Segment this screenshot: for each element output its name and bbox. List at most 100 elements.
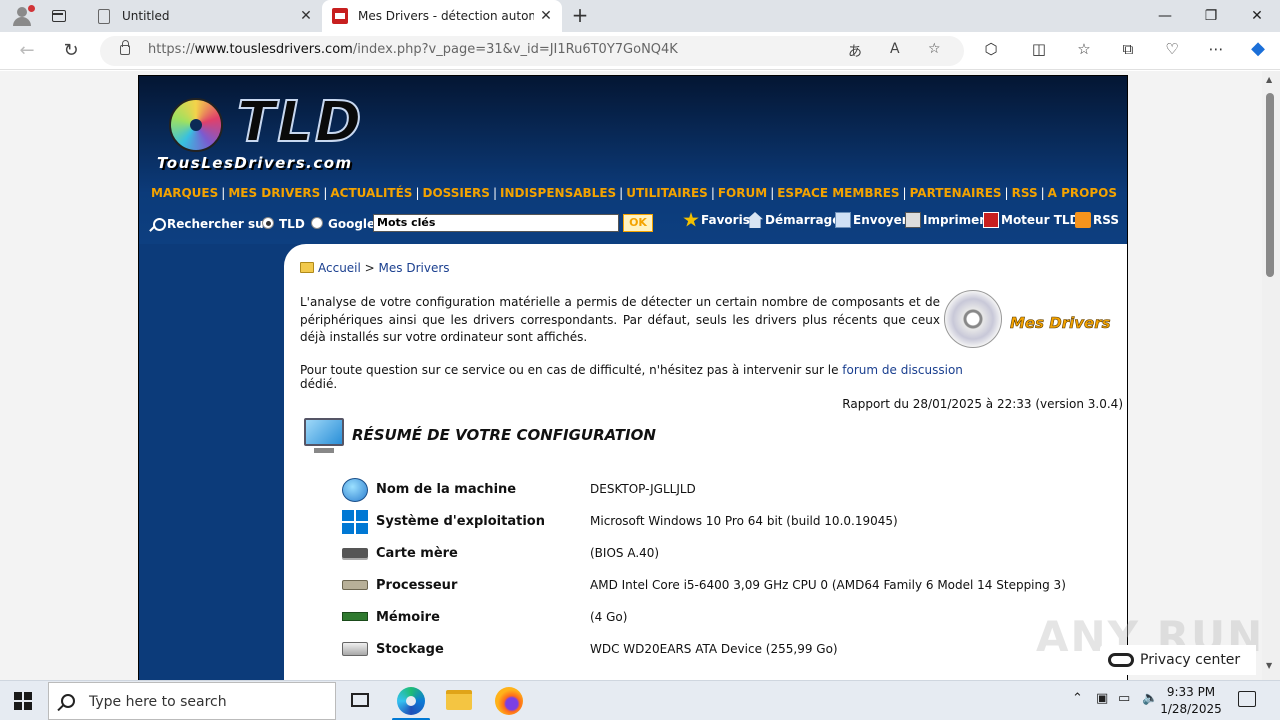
folder-icon [300,262,314,273]
privacy-center-button[interactable]: Privacy center [1100,645,1256,675]
tab-close-icon[interactable]: ✕ [294,8,318,24]
menu-a-propos[interactable]: A PROPOS [1048,186,1117,200]
ram-icon [342,612,368,621]
tool-imprimer[interactable]: Imprimer [905,212,985,228]
tab-untitled[interactable]: Untitled ✕ [84,0,322,32]
breadcrumb-current[interactable]: Mes Drivers [379,261,450,275]
immersive-reader-icon[interactable]: A [890,41,900,57]
minimize-button[interactable]: — [1142,0,1188,32]
tab-close-icon[interactable]: ✕ [534,8,558,24]
radio-tld-label[interactable]: TLD [279,217,305,231]
spec-key: Système d'exploitation [376,514,545,529]
hdd-icon [342,642,368,656]
new-tab-button[interactable]: + [568,4,592,28]
task-view-icon[interactable] [351,693,369,707]
clock[interactable]: 9:33 PM 1/28/2025 [1160,684,1222,718]
copilot-icon[interactable]: ◆ [1246,38,1270,59]
notification-icon[interactable] [1238,691,1256,707]
refresh-button[interactable]: ↻ [58,39,84,63]
tool-envoyer[interactable]: Envoyer [835,212,908,228]
search-ok-button[interactable]: OK [623,214,653,232]
read-aloud-icon[interactable]: あ [848,41,862,61]
tool-moteur[interactable]: Moteur TLD [983,212,1080,228]
device-icon[interactable]: ▣ [1096,691,1108,706]
left-sidebar [139,244,284,680]
search-icon [61,694,75,708]
extensions-icon[interactable]: ⬡ [979,40,1003,58]
volume-icon[interactable]: 🔈 [1142,691,1158,706]
taskbar-search[interactable]: Type here to search [48,682,336,720]
profile-icon[interactable] [8,4,36,28]
spec-key: Mémoire [376,610,440,625]
site-logo[interactable]: TLD [236,89,363,156]
tld-icon [983,212,999,228]
home-icon [747,212,763,228]
lock-icon[interactable] [120,40,130,55]
menu-indispensables[interactable]: INDISPENSABLES [500,186,616,200]
url-bar[interactable]: https://www.touslesdrivers.com/index.php… [100,36,964,66]
breadcrumb-home[interactable]: Accueil [318,261,361,275]
menu-forum[interactable]: FORUM [718,186,767,200]
breadcrumb: Accueil > Mes Drivers [300,261,450,275]
search-icon [149,218,166,232]
tab-title: Untitled [122,9,170,23]
menu-dossiers[interactable]: DOSSIERS [422,186,489,200]
file-explorer-icon[interactable] [446,690,472,710]
disc-logo-icon[interactable] [169,98,223,152]
site-container: TLD TousLesDrivers.com MARQUES | MES DRIVE… [138,75,1128,680]
site-header: TLD TousLesDrivers.com MARQUES | MES DRIVE… [139,76,1127,244]
privacy-label: Privacy center [1140,652,1241,668]
menu-actualites[interactable]: ACTUALITÉS [330,186,412,200]
tab-mes-drivers[interactable]: Mes Drivers - détection automatique ✕ [322,0,562,32]
spec-value: (4 Go) [590,610,628,624]
menu-utilitaires[interactable]: UTILITAIRES [626,186,708,200]
browser-essentials-icon[interactable]: ♡ [1160,40,1184,58]
menu-partenaires[interactable]: PARTENAIRES [910,186,1002,200]
forum-link[interactable]: forum de discussion [842,363,963,377]
spec-row: Nom de la machine DESKTOP-JGLLJLD [339,476,1109,504]
spec-row: Mémoire (4 Go) [339,604,1109,632]
edge-icon[interactable] [397,687,425,715]
tool-rss[interactable]: RSS [1075,212,1119,228]
scroll-up-icon[interactable]: ▲ [1266,75,1272,84]
radio-google[interactable] [311,217,323,229]
menu-marques[interactable]: MARQUES [151,186,218,200]
favorite-star-icon[interactable]: ☆ [928,41,941,57]
page-viewport: TLD TousLesDrivers.com MARQUES | MES DRIVE… [0,71,1262,680]
radio-google-label[interactable]: Google [328,217,375,231]
tab-bar: Untitled ✕ Mes Drivers - détection autom… [0,0,1280,32]
rss-icon [1075,212,1091,228]
radio-tld[interactable] [262,217,274,229]
tool-demarrage[interactable]: Démarrage [747,212,840,228]
start-button[interactable] [14,692,32,710]
tab-title: Mes Drivers - détection automatique [358,9,534,23]
network-icon[interactable]: ▭ [1118,691,1130,706]
collections-icon[interactable]: ⧉ [1116,40,1140,58]
url-text[interactable]: https://www.touslesdrivers.com/index.php… [148,42,678,57]
chevron-up-icon[interactable]: ⌃ [1072,691,1083,706]
spec-key: Carte mère [376,546,458,561]
breadcrumb-separator: > [360,261,379,275]
menu-espace-membres[interactable]: ESPACE MEMBRES [777,186,899,200]
more-icon[interactable]: ⋯ [1204,40,1228,58]
scroll-thumb[interactable] [1266,93,1274,277]
split-screen-icon[interactable]: ◫ [1027,40,1051,58]
close-window-button[interactable]: ✕ [1234,0,1280,32]
menu-rss[interactable]: RSS [1012,186,1038,200]
spec-row: Carte mère (BIOS A.40) [339,540,1109,568]
page-scrollbar[interactable]: ▲ ▼ [1262,71,1280,680]
favorites-icon[interactable]: ☆ [1072,40,1096,58]
spec-key: Stockage [376,642,444,657]
menu-mes-drivers[interactable]: MES DRIVERS [228,186,320,200]
site-logo-subtitle[interactable]: TousLesDrivers.com [157,154,353,172]
tool-favoris[interactable]: Favoris [683,212,750,228]
maximize-button[interactable]: ❐ [1188,0,1234,32]
scroll-down-icon[interactable]: ▼ [1266,661,1272,670]
tab-actions-icon[interactable] [48,6,70,26]
firefox-icon[interactable] [495,687,523,715]
mes-drivers-badge: Mes Drivers [1010,314,1111,333]
search-input[interactable]: Mots clés [373,214,619,232]
back-button[interactable]: ← [14,39,40,63]
monitor-icon [304,418,344,453]
clock-time: 9:33 PM [1166,685,1216,699]
